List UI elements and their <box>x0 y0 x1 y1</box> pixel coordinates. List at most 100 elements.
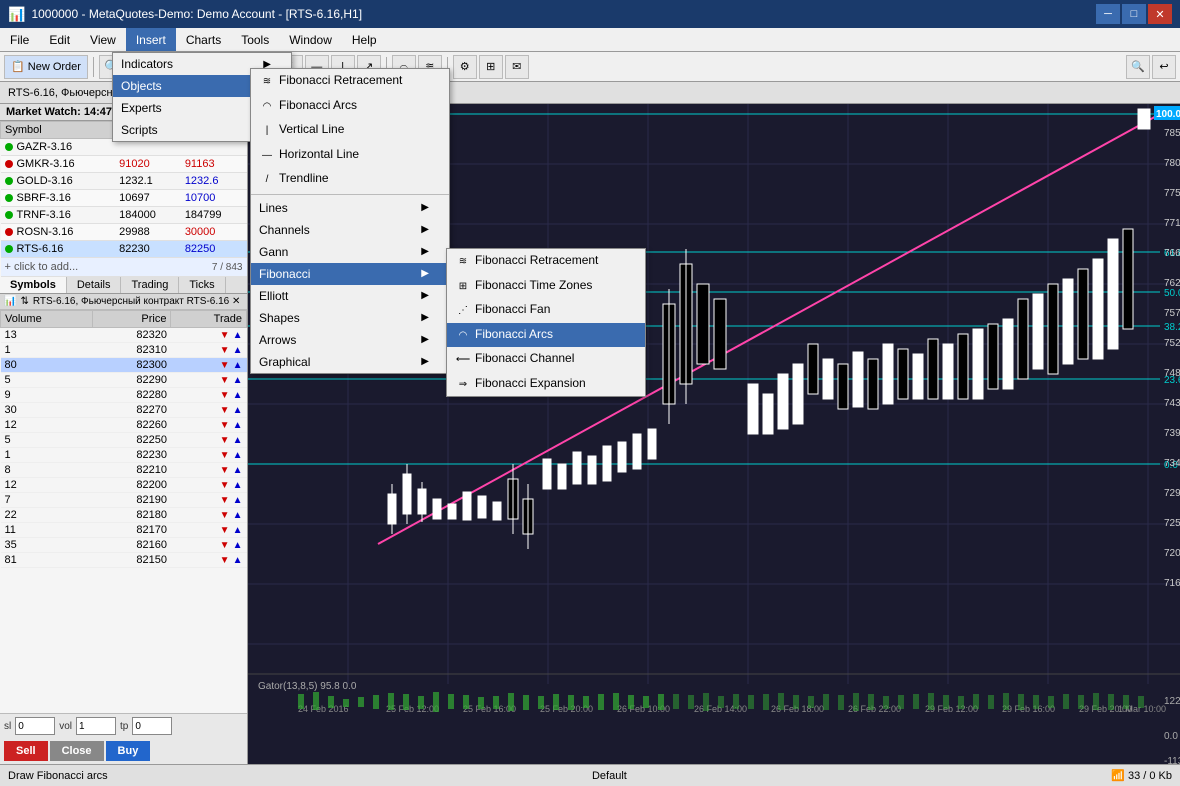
trade-row[interactable]: 3582160 ▼ ▲ <box>1 538 247 553</box>
gann-arrow: ▶ <box>421 246 429 257</box>
obj-fib-arcs[interactable]: ◠Fibonacci Arcs <box>251 94 449 119</box>
mw-row-rosn[interactable]: ROSN-3.16 29988 30000 <box>1 224 247 241</box>
fib-icon: ≋ <box>259 74 275 90</box>
title-bar-left: 📊 1000000 - MetaQuotes-Demo: Demo Accoun… <box>8 6 362 23</box>
tab-ticks[interactable]: Ticks <box>179 277 225 293</box>
menu-file[interactable]: File <box>0 28 39 51</box>
tab-trading[interactable]: Trading <box>121 277 179 293</box>
undo-button[interactable]: ↩ <box>1152 55 1176 79</box>
col-trade: Trade <box>171 311 247 328</box>
graphical-arrow: ▶ <box>421 356 429 367</box>
status-dot <box>5 177 13 185</box>
obj-lines[interactable]: Lines ▶ <box>251 197 449 219</box>
separator <box>251 194 449 195</box>
fib-retracement[interactable]: ≋Fibonacci Retracement <box>447 249 645 274</box>
trade-row[interactable]: 582290 ▼ ▲ <box>1 373 247 388</box>
hline-icon: — <box>259 147 275 163</box>
trade-row[interactable]: 1282260 ▼ ▲ <box>1 418 247 433</box>
trade-row[interactable]: 182310 ▼ ▲ <box>1 343 247 358</box>
channels-label: Channels <box>259 223 310 237</box>
trade-row[interactable]: 582250 ▼ ▲ <box>1 433 247 448</box>
settings-button[interactable]: ⚙ <box>453 55 477 79</box>
trade-row[interactable]: 982280 ▼ ▲ <box>1 388 247 403</box>
left-panel: Market Watch: 14:47 Symbol GAZR-3.16 <box>0 104 248 764</box>
mw-row-sbrf[interactable]: SBRF-3.16 10697 10700 <box>1 190 247 207</box>
trade-row[interactable]: 182230 ▼ ▲ <box>1 448 247 463</box>
obj-hline[interactable]: —Horizontal Line <box>251 143 449 168</box>
mw-row-gmkr[interactable]: GMKR-3.16 91020 91163 <box>1 156 247 173</box>
trade-row[interactable]: 1382320 ▼ ▲ <box>1 328 247 343</box>
tab-details[interactable]: Details <box>67 277 122 293</box>
tp-input[interactable] <box>132 717 172 735</box>
email-button[interactable]: ✉ <box>505 55 529 79</box>
maximize-button[interactable]: □ <box>1122 4 1146 24</box>
zoom-fit-button[interactable]: 🔍 <box>1126 55 1150 79</box>
obj-shapes[interactable]: Shapes ▶ <box>251 307 449 329</box>
fib-ret-icon: ≋ <box>455 254 471 270</box>
fib-time-zones[interactable]: ⊞Fibonacci Time Zones <box>447 274 645 299</box>
graphical-label: Graphical <box>259 355 310 369</box>
sl-input[interactable] <box>15 717 55 735</box>
fib-arcs[interactable]: ◠Fibonacci Arcs <box>447 323 645 348</box>
svg-text:100.0: 100.0 <box>1156 109 1180 120</box>
svg-text:1227.9: 1227.9 <box>1164 696 1180 707</box>
obj-fib-retracement[interactable]: ≋Fibonacci Retracement <box>251 69 449 94</box>
mw-row-trnf[interactable]: TRNF-3.16 184000 184799 <box>1 207 247 224</box>
col-volume: Volume <box>1 311 93 328</box>
trade-row-highlighted[interactable]: 8082300 ▼ ▲ <box>1 358 247 373</box>
add-symbol-row[interactable]: + click to add... 7 / 843 <box>1 258 247 277</box>
template-button[interactable]: ⊞ <box>479 55 503 79</box>
indicators-label: Indicators <box>121 57 173 71</box>
status-dot <box>5 245 13 253</box>
fib-fan[interactable]: ⋰Fibonacci Fan <box>447 298 645 323</box>
obj-arrows[interactable]: Arrows ▶ <box>251 329 449 351</box>
sell-button[interactable]: Sell <box>4 741 48 761</box>
obj-vline[interactable]: |Vertical Line <box>251 118 449 143</box>
market-watch-title: Market Watch: 14:47 <box>6 106 112 118</box>
trade-row[interactable]: 1282200 ▼ ▲ <box>1 478 247 493</box>
new-order-button[interactable]: 📋 New Order <box>4 55 88 79</box>
trade-row[interactable]: 2282180 ▼ ▲ <box>1 508 247 523</box>
menu-help[interactable]: Help <box>342 28 387 51</box>
tp-label: tp <box>120 721 128 732</box>
mw-row-rts[interactable]: RTS-6.16 82230 82250 <box>1 241 247 258</box>
svg-text:76210: 76210 <box>1164 278 1180 289</box>
status-bar: Draw Fibonacci arcs Default 📶 33 / 0 Kb <box>0 764 1180 786</box>
tab-symbols[interactable]: Symbols <box>0 277 67 293</box>
menu-view[interactable]: View <box>80 28 126 51</box>
buy-button[interactable]: Buy <box>106 741 151 761</box>
obj-trendline[interactable]: /Trendline <box>251 167 449 192</box>
trade-row[interactable]: 782190 ▼ ▲ <box>1 493 247 508</box>
mw-row-gold[interactable]: GOLD-3.16 1232.1 1232.6 <box>1 173 247 190</box>
trade-row[interactable]: 1182170 ▼ ▲ <box>1 523 247 538</box>
menu-insert[interactable]: Insert <box>126 28 176 51</box>
svg-text:75750: 75750 <box>1164 308 1180 319</box>
sl-label: sl <box>4 721 11 732</box>
trade-row[interactable]: 882210 ▼ ▲ <box>1 463 247 478</box>
arrows-arrow: ▶ <box>421 334 429 345</box>
vol-input[interactable] <box>76 717 116 735</box>
vline-icon: | <box>259 123 275 139</box>
status-dot <box>5 143 13 151</box>
obj-gann[interactable]: Gann ▶ <box>251 241 449 263</box>
trade-row[interactable]: 3082270 ▼ ▲ <box>1 403 247 418</box>
obj-graphical[interactable]: Graphical ▶ <box>251 351 449 373</box>
svg-text:50.0: 50.0 <box>1164 288 1180 299</box>
menu-window[interactable]: Window <box>279 28 342 51</box>
close-button[interactable]: Close <box>50 741 104 761</box>
status-center: Default <box>592 770 627 782</box>
obj-elliott[interactable]: Elliott ▶ <box>251 285 449 307</box>
experts-label: Experts <box>121 101 162 115</box>
fib-channel[interactable]: ⟵Fibonacci Channel <box>447 347 645 372</box>
svg-text:72530: 72530 <box>1164 518 1180 529</box>
close-button[interactable]: ✕ <box>1148 4 1172 24</box>
menu-tools[interactable]: Tools <box>231 28 279 51</box>
menu-charts[interactable]: Charts <box>176 28 231 51</box>
minimize-button[interactable]: ─ <box>1096 4 1120 24</box>
obj-channels[interactable]: Channels ▶ <box>251 219 449 241</box>
trade-row[interactable]: 8182150 ▼ ▲ <box>1 553 247 568</box>
fib-expansion[interactable]: ⇒Fibonacci Expansion <box>447 372 645 397</box>
obj-fibonacci[interactable]: Fibonacci ▶ <box>251 263 449 285</box>
menu-edit[interactable]: Edit <box>39 28 80 51</box>
status-dot <box>5 194 13 202</box>
